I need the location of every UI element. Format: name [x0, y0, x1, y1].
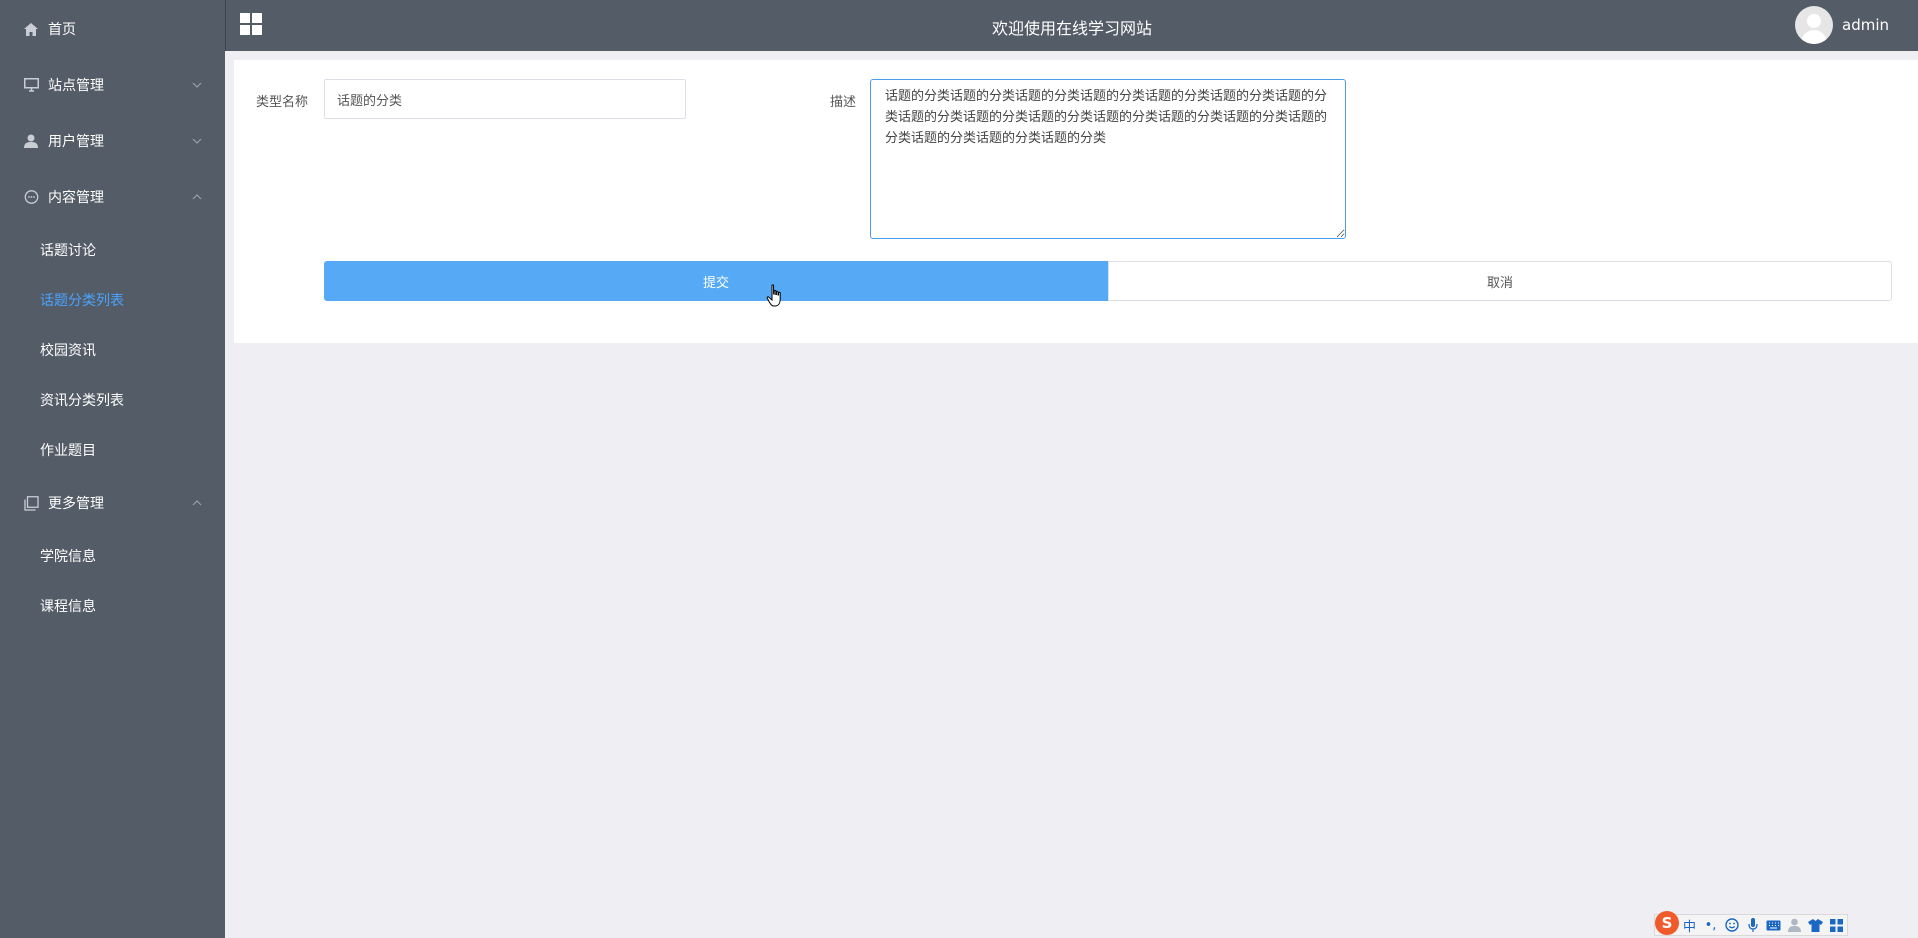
sidebar-item-label: 站点管理: [48, 78, 104, 94]
chevron-up-icon: [191, 497, 203, 509]
avatar: [1795, 6, 1833, 44]
user-icon: [23, 133, 39, 149]
chat-icon: [23, 189, 39, 205]
sidebar-item-college-info[interactable]: 学院信息: [0, 536, 225, 576]
sidebar-item-campus-news[interactable]: 校园资讯: [0, 330, 225, 370]
sidebar-item-label: 话题讨论: [40, 243, 96, 259]
form-panel: 类型名称 描述 话题的分类话题的分类话题的分类话题的分类话题的分类话题的分类话题…: [234, 60, 1918, 343]
sidebar-item-label: 首页: [48, 22, 76, 38]
sidebar: 首页 站点管理 用户管理 内容管理 话题讨论 话题分类列表 校园资讯 资讯分类列…: [0, 0, 225, 938]
sidebar-item-label: 课程信息: [40, 599, 96, 615]
sidebar-item-label: 内容管理: [48, 190, 104, 206]
sidebar-item-course-info[interactable]: 课程信息: [0, 586, 225, 626]
chevron-down-icon: [191, 135, 203, 147]
sidebar-item-label: 资讯分类列表: [40, 393, 124, 409]
sidebar-item-homework[interactable]: 作业题目: [0, 430, 225, 470]
chevron-down-icon: [191, 79, 203, 91]
sidebar-item-user-management[interactable]: 用户管理: [0, 121, 225, 161]
sidebar-item-label: 学院信息: [40, 549, 96, 565]
type-name-input[interactable]: [324, 79, 686, 119]
type-name-label: 类型名称: [256, 95, 309, 110]
keyboard-icon[interactable]: [1763, 915, 1784, 935]
smile-icon[interactable]: [1721, 915, 1742, 935]
sidebar-item-more-management[interactable]: 更多管理: [0, 483, 225, 523]
monitor-icon: [23, 77, 39, 93]
sidebar-item-home[interactable]: 首页: [0, 9, 225, 49]
grid-icon[interactable]: [1826, 915, 1847, 935]
mic-icon[interactable]: [1742, 915, 1763, 935]
sidebar-item-site-management[interactable]: 站点管理: [0, 65, 225, 105]
sidebar-item-label: 话题分类列表: [40, 293, 124, 309]
ime-punctuation-toggle[interactable]: •,: [1700, 915, 1721, 935]
sidebar-item-news-category-list[interactable]: 资讯分类列表: [0, 380, 225, 420]
page-title: 欢迎使用在线学习网站: [991, 19, 1152, 38]
home-icon: [23, 21, 39, 37]
ime-mode-toggle[interactable]: 中: [1679, 915, 1700, 935]
user-icon[interactable]: [1784, 915, 1805, 935]
submit-button[interactable]: 提交: [324, 261, 1108, 301]
sidebar-item-label: 校园资讯: [40, 343, 96, 359]
description-label: 描述: [830, 95, 857, 110]
cancel-button[interactable]: 取消: [1108, 261, 1892, 301]
shirt-icon[interactable]: [1805, 915, 1826, 935]
sidebar-item-content-management[interactable]: 内容管理: [0, 177, 225, 217]
top-header: 欢迎使用在线学习网站 admin: [225, 0, 1918, 51]
ime-logo[interactable]: S: [1655, 911, 1679, 935]
sidebar-item-label: 更多管理: [48, 496, 104, 512]
sidebar-item-topic-discussion[interactable]: 话题讨论: [0, 230, 225, 270]
hand-cursor-icon: [766, 284, 781, 307]
sidebar-item-label: 作业题目: [40, 443, 96, 459]
sidebar-item-label: 用户管理: [48, 134, 104, 150]
user-menu[interactable]: admin: [1795, 5, 1889, 45]
description-textarea[interactable]: 话题的分类话题的分类话题的分类话题的分类话题的分类话题的分类话题的分类话题的分类…: [870, 79, 1346, 239]
copy-icon: [23, 495, 39, 511]
sidebar-item-topic-category-list[interactable]: 话题分类列表: [0, 280, 225, 320]
chevron-up-icon: [191, 191, 203, 203]
username: admin: [1842, 16, 1889, 34]
ime-toolbar: S 中 •,: [1654, 911, 1848, 936]
